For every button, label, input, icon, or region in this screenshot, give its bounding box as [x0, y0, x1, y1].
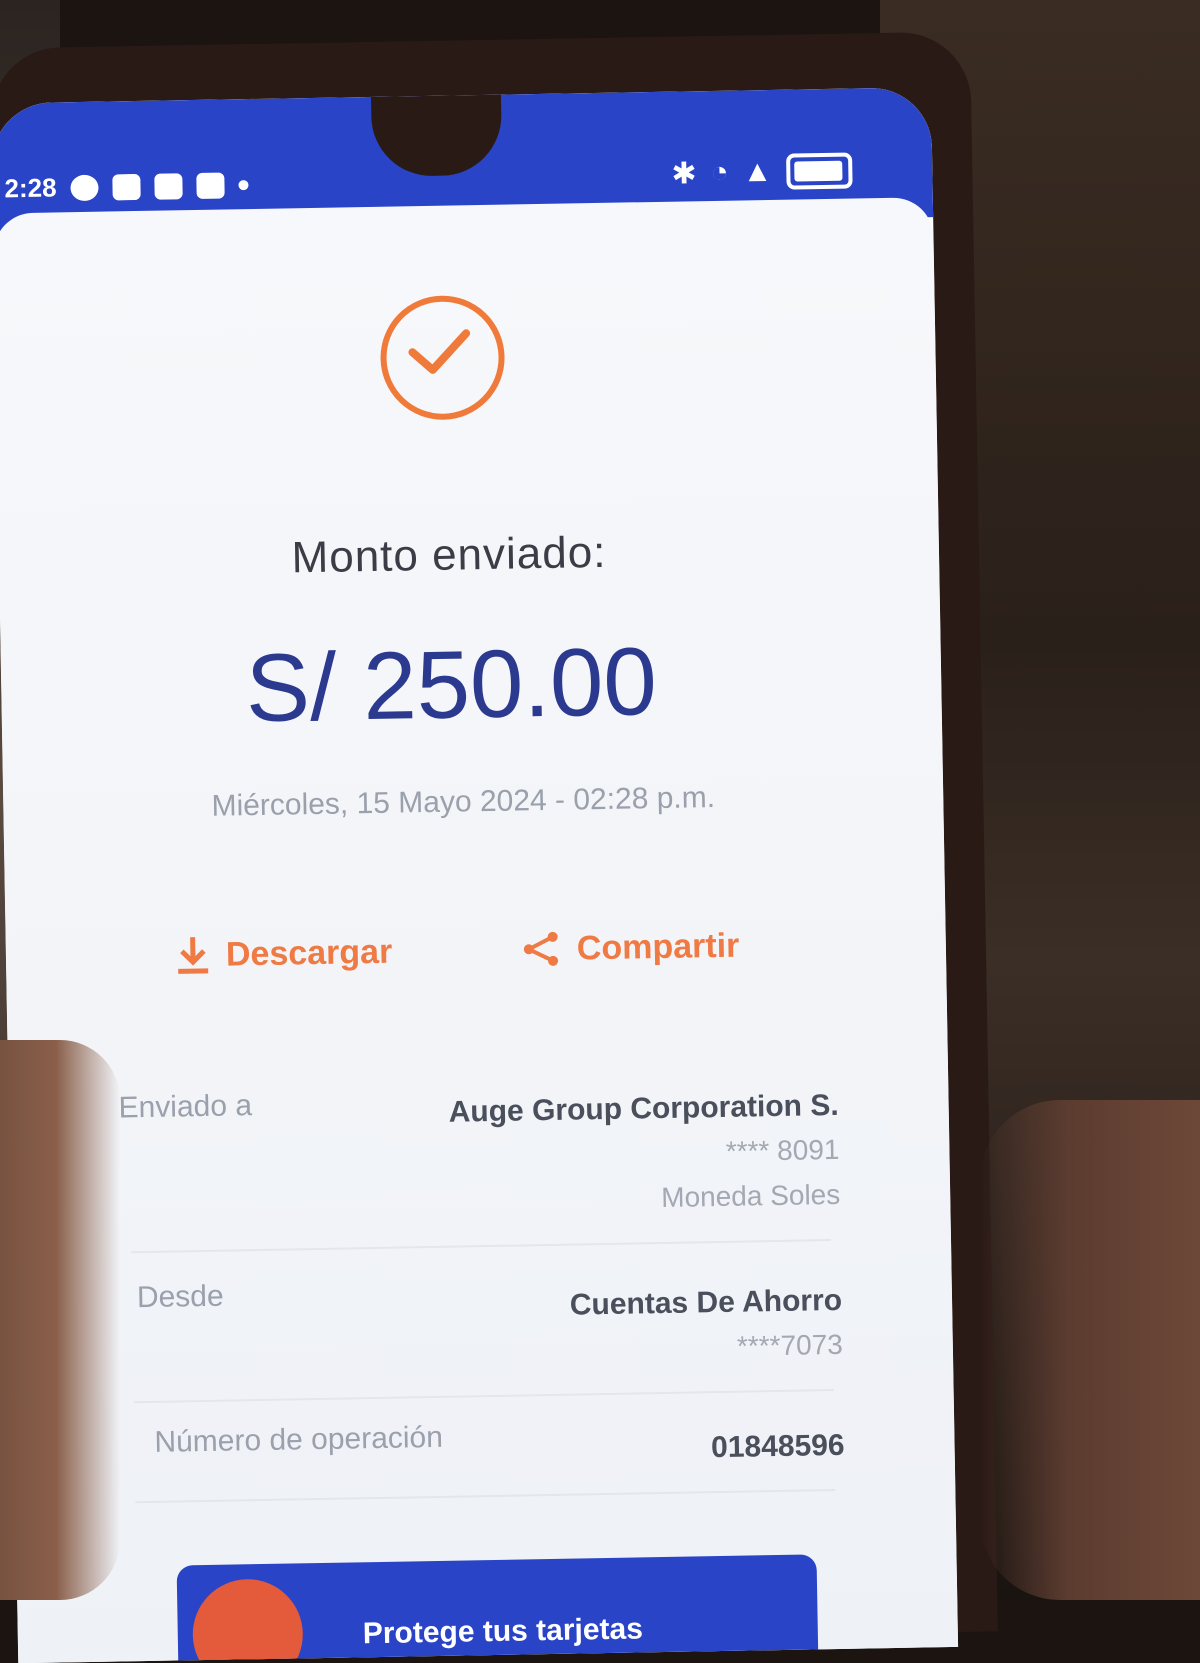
status-right: ✱ ◔ ▲: [671, 153, 853, 192]
sent-to-name: Auge Group Corporation S.: [448, 1089, 839, 1130]
phone-screen: 2:28 ✱ ◔ ▲ Monto enviado: S/ 250.00 Mi: [0, 87, 958, 1663]
banner-text: Protege tus tarjetas: [363, 1612, 644, 1651]
amount-value: S/ 250.00: [0, 623, 902, 749]
share-icon: [521, 929, 562, 970]
signal-icon: ▲: [742, 155, 772, 190]
left-thumb: [0, 1040, 120, 1600]
sent-to-account: **** 8091: [726, 1134, 840, 1168]
phone-frame: 2:28 ✱ ◔ ▲ Monto enviado: S/ 250.00 Mi: [0, 31, 998, 1648]
operation-label: Número de operación: [154, 1421, 443, 1460]
sent-to-label: Enviado a: [118, 1089, 252, 1125]
notification-dot-icon: [238, 180, 248, 190]
protect-cards-banner[interactable]: Protege tus tarjetas: [177, 1554, 819, 1663]
right-finger: [980, 1100, 1200, 1600]
messenger-icon: [70, 174, 98, 200]
tiktok-icon: [154, 173, 182, 199]
sent-to-currency: Moneda Soles: [661, 1179, 841, 1214]
from-label: Desde: [137, 1280, 224, 1316]
share-button[interactable]: Compartir: [521, 926, 740, 970]
operation-number: 01848596: [711, 1429, 845, 1465]
share-label: Compartir: [577, 926, 740, 968]
download-button[interactable]: Descargar: [176, 932, 393, 976]
promo-illustration-icon: [192, 1578, 304, 1663]
from-account-type: Cuentas De Ahorro: [570, 1284, 843, 1323]
status-time: 2:28: [4, 172, 57, 204]
from-account-number: ****7073: [737, 1329, 843, 1363]
download-label: Descargar: [226, 932, 393, 974]
youtube-icon: [196, 172, 224, 198]
status-left: 2:28: [4, 169, 249, 204]
download-icon: [176, 935, 211, 976]
camera-notch: [371, 95, 502, 177]
wifi-icon: ◔: [710, 156, 729, 190]
battery-icon: [786, 153, 853, 190]
bluetooth-icon: ✱: [671, 156, 697, 191]
gallery-icon: [112, 173, 140, 199]
